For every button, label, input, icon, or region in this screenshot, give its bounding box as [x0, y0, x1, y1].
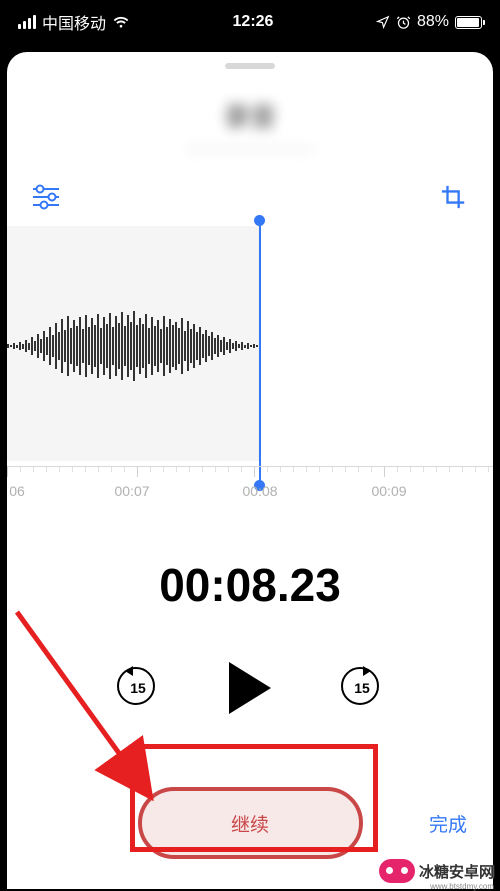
- ruler-label: 00:09: [371, 483, 406, 499]
- recording-subtitle: —————————: [7, 140, 493, 156]
- settings-slider-icon[interactable]: [31, 184, 61, 210]
- wifi-icon: [112, 15, 130, 29]
- watermark: 冰糖安卓网: [379, 859, 494, 883]
- battery-pct: 88%: [417, 13, 449, 31]
- play-button[interactable]: [229, 662, 271, 714]
- watermark-text: 冰糖安卓网: [419, 861, 494, 882]
- status-time: 12:26: [233, 13, 274, 31]
- alarm-icon: [396, 15, 411, 30]
- recording-sheet: 录音 ————————— 06 00:07 00:08 00:09 00:08.…: [7, 52, 493, 889]
- ruler-label: 00:07: [114, 483, 149, 499]
- sheet-handle[interactable]: [225, 63, 275, 69]
- crop-icon[interactable]: [439, 184, 469, 210]
- watermark-url: www.btstdmy.com: [430, 882, 494, 891]
- waveform-area[interactable]: 06 00:07 00:08 00:09: [7, 226, 493, 496]
- location-icon: [376, 15, 390, 29]
- carrier-label: 中国移动: [42, 10, 106, 34]
- ruler-label: 00:08: [242, 483, 277, 499]
- skip-forward-15-button[interactable]: 15: [341, 667, 383, 709]
- time-ruler: [7, 466, 493, 480]
- battery-icon: [455, 16, 482, 29]
- continue-button[interactable]: 继续: [138, 787, 363, 859]
- watermark-logo-icon: [379, 859, 415, 883]
- ruler-label: 06: [9, 483, 25, 499]
- timer-display: 00:08.23: [7, 558, 493, 612]
- playhead-indicator[interactable]: [259, 220, 261, 486]
- blurred-header: 录音 —————————: [7, 97, 493, 156]
- signal-icon: [18, 15, 36, 29]
- done-button[interactable]: 完成: [429, 810, 467, 837]
- status-bar: 中国移动 12:26 88%: [0, 0, 500, 44]
- recording-title: 录音: [7, 97, 493, 134]
- skip-back-15-button[interactable]: 15: [117, 667, 159, 709]
